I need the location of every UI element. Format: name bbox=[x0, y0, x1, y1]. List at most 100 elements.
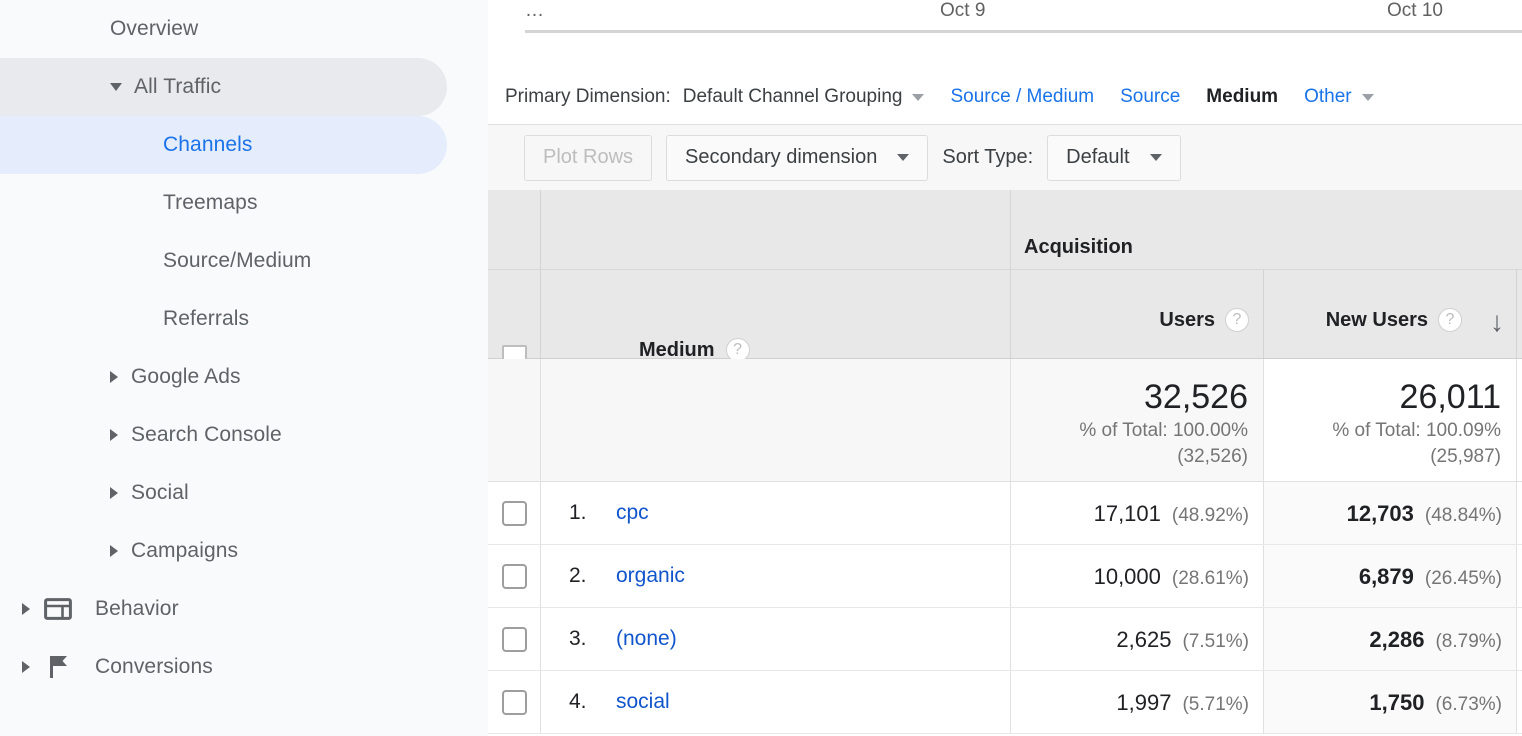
table-row[interactable]: 1.cpc 17,101 (48.92%) 12,703(48.84%) bbox=[488, 482, 1522, 545]
row-users-value: 17,101 bbox=[1094, 501, 1161, 527]
dimension-link-source[interactable]: Source bbox=[1120, 86, 1180, 108]
dimension-other-dropdown[interactable]: Other bbox=[1304, 86, 1374, 108]
row-new-users-cell: 6,879(26.45%) bbox=[1264, 545, 1517, 607]
group-header-acquisition-cell: Acquisition bbox=[1011, 190, 1517, 269]
totals-overflow-cell bbox=[1517, 359, 1522, 481]
row-users-value: 10,000 bbox=[1094, 564, 1161, 590]
sidebar-item-treemaps[interactable]: Treemaps bbox=[0, 174, 447, 232]
row-dimension-cell: 1.cpc bbox=[541, 482, 1011, 544]
row-users-value: 1,997 bbox=[1116, 690, 1171, 716]
row-medium-link[interactable]: social bbox=[616, 690, 670, 714]
table-row[interactable]: 4. social 1,997 (5.71%) 1,750(6.73%) bbox=[488, 671, 1522, 734]
row-checkbox-cell bbox=[488, 671, 541, 733]
sidebar-item-campaigns[interactable]: Campaigns bbox=[0, 522, 447, 580]
sidebar-item-overview[interactable]: Overview bbox=[0, 0, 447, 58]
sidebar-item-search-console[interactable]: Search Console bbox=[0, 406, 447, 464]
left-sidebar-navigation: Overview All Traffic Channels Treemaps Sourc… bbox=[0, 0, 488, 736]
analytics-report-page: Overview All Traffic Channels Treemaps Sourc… bbox=[0, 0, 1522, 736]
chevron-right-icon[interactable] bbox=[110, 429, 118, 441]
acquisition-group-title: Acquisition bbox=[1024, 236, 1133, 259]
dimension-link-medium[interactable]: Medium bbox=[1206, 86, 1278, 108]
users-header-title: Users ? bbox=[1159, 308, 1249, 332]
chevron-right-icon[interactable] bbox=[22, 603, 30, 615]
row-users-percent: (48.92%) bbox=[1172, 505, 1249, 527]
totals-new-users-percent: % of Total: 100.09% bbox=[1332, 418, 1501, 444]
chevron-right-icon[interactable] bbox=[110, 545, 118, 557]
row-overflow-cell bbox=[1517, 671, 1522, 733]
row-new-users-metric: 12,703(48.84%) bbox=[1347, 501, 1502, 527]
users-column-header[interactable]: Users ? bbox=[1011, 270, 1264, 358]
row-new-users-cell: 1,750(6.73%) bbox=[1264, 671, 1517, 733]
row-select-checkbox[interactable] bbox=[502, 501, 527, 526]
sidebar-item-all-traffic[interactable]: All Traffic bbox=[0, 58, 447, 116]
row-index: 2. bbox=[569, 564, 587, 588]
sidebar-item-label: Overview bbox=[110, 17, 198, 41]
new-users-header-title: New Users ? bbox=[1326, 308, 1462, 332]
totals-new-users-value: 26,011 bbox=[1332, 377, 1501, 418]
help-icon[interactable]: ? bbox=[1225, 308, 1249, 332]
chevron-right-icon[interactable] bbox=[110, 371, 118, 383]
sidebar-item-label: Source/Medium bbox=[163, 249, 311, 273]
row-users-metric: 17,101 (48.92%) bbox=[1094, 501, 1249, 527]
row-dimension-cell: 3.(none) bbox=[541, 608, 1011, 670]
sidebar-item-conversions[interactable]: Conversions bbox=[0, 638, 447, 696]
dimension-other-label: Other bbox=[1304, 86, 1352, 108]
totals-new-users-values: 26,011 % of Total: 100.09% (25,987) bbox=[1332, 377, 1501, 470]
table-row[interactable]: 2. organic 10,000(28.61%) 6,879(26.45%) bbox=[488, 545, 1522, 608]
dimension-link-source-medium[interactable]: Source / Medium bbox=[950, 86, 1094, 108]
row-new-users-metric: 1,750(6.73%) bbox=[1369, 690, 1502, 716]
row-select-checkbox[interactable] bbox=[502, 627, 527, 652]
sidebar-item-behavior[interactable]: Behavior bbox=[0, 580, 447, 638]
row-overflow-cell bbox=[1517, 545, 1522, 607]
sort-descending-icon[interactable]: ↓ bbox=[1490, 308, 1504, 336]
row-medium-link[interactable]: cpc bbox=[616, 501, 649, 525]
chevron-right-icon[interactable] bbox=[110, 487, 118, 499]
help-icon[interactable]: ? bbox=[1438, 308, 1462, 332]
sidebar-item-channels[interactable]: Channels bbox=[0, 116, 447, 174]
chevron-down-icon[interactable] bbox=[110, 83, 122, 91]
sort-type-value: Default bbox=[1066, 146, 1129, 169]
totals-new-users-cell: 26,011 % of Total: 100.09% (25,987) bbox=[1264, 359, 1517, 481]
row-new-users-percent: (26.45%) bbox=[1425, 568, 1502, 590]
row-new-users-cell: 12,703(48.84%) bbox=[1264, 482, 1517, 544]
chevron-down-icon bbox=[1362, 94, 1374, 101]
column-header-overflow-cell bbox=[1517, 270, 1522, 358]
sidebar-item-source-medium[interactable]: Source/Medium bbox=[0, 232, 447, 290]
new-users-column-header[interactable]: New Users ? ↓ bbox=[1264, 270, 1517, 358]
row-select-checkbox[interactable] bbox=[502, 564, 527, 589]
row-medium-link[interactable]: (none) bbox=[616, 627, 677, 651]
totals-dimension-cell bbox=[541, 359, 1011, 481]
axis-ellipsis: … bbox=[525, 0, 544, 22]
row-checkbox-cell bbox=[488, 482, 541, 544]
sort-type-label: Sort Type: bbox=[942, 146, 1033, 169]
sidebar-item-label: Channels bbox=[163, 133, 253, 157]
row-new-users-metric: 6,879(26.45%) bbox=[1359, 564, 1502, 590]
chevron-right-icon[interactable] bbox=[22, 661, 30, 673]
row-index: 4. bbox=[569, 690, 587, 714]
row-dimension-cell: 4. social bbox=[541, 671, 1011, 733]
sidebar-item-label: Treemaps bbox=[163, 191, 258, 215]
row-medium-link[interactable]: organic bbox=[616, 564, 685, 588]
table-toolbar: Plot Rows Secondary dimension Sort Type:… bbox=[488, 124, 1522, 190]
sidebar-item-referrals[interactable]: Referrals bbox=[0, 290, 447, 348]
row-users-percent: (5.71%) bbox=[1182, 694, 1249, 716]
new-users-header-label: New Users bbox=[1326, 309, 1428, 332]
row-users-cell: 10,000(28.61%) bbox=[1011, 545, 1264, 607]
row-dimension-cell: 2. organic bbox=[541, 545, 1011, 607]
axis-tick-oct-10: Oct 10 bbox=[1387, 0, 1443, 22]
sidebar-item-label: Campaigns bbox=[131, 539, 238, 563]
secondary-dimension-button[interactable]: Secondary dimension bbox=[666, 135, 928, 181]
row-new-users-cell: 2,286(8.79%) bbox=[1264, 608, 1517, 670]
default-channel-grouping-dropdown[interactable]: Default Channel Grouping bbox=[683, 86, 925, 108]
sidebar-item-google-ads[interactable]: Google Ads bbox=[0, 348, 447, 406]
sidebar-item-social[interactable]: Social bbox=[0, 464, 447, 522]
row-select-checkbox[interactable] bbox=[502, 690, 527, 715]
row-checkbox-cell bbox=[488, 608, 541, 670]
row-users-cell: 17,101 (48.92%) bbox=[1011, 482, 1264, 544]
sort-type-dropdown[interactable]: Default bbox=[1047, 135, 1180, 181]
medium-column-header[interactable]: Medium ? bbox=[541, 270, 1011, 358]
row-users-value: 2,625 bbox=[1116, 627, 1171, 653]
table-totals-row: 32,526 % of Total: 100.00% (32,526) 26,0… bbox=[488, 359, 1522, 482]
table-row[interactable]: 3.(none)2,625(7.51%)2,286(8.79%) bbox=[488, 608, 1522, 671]
plot-rows-button[interactable]: Plot Rows bbox=[524, 135, 652, 181]
